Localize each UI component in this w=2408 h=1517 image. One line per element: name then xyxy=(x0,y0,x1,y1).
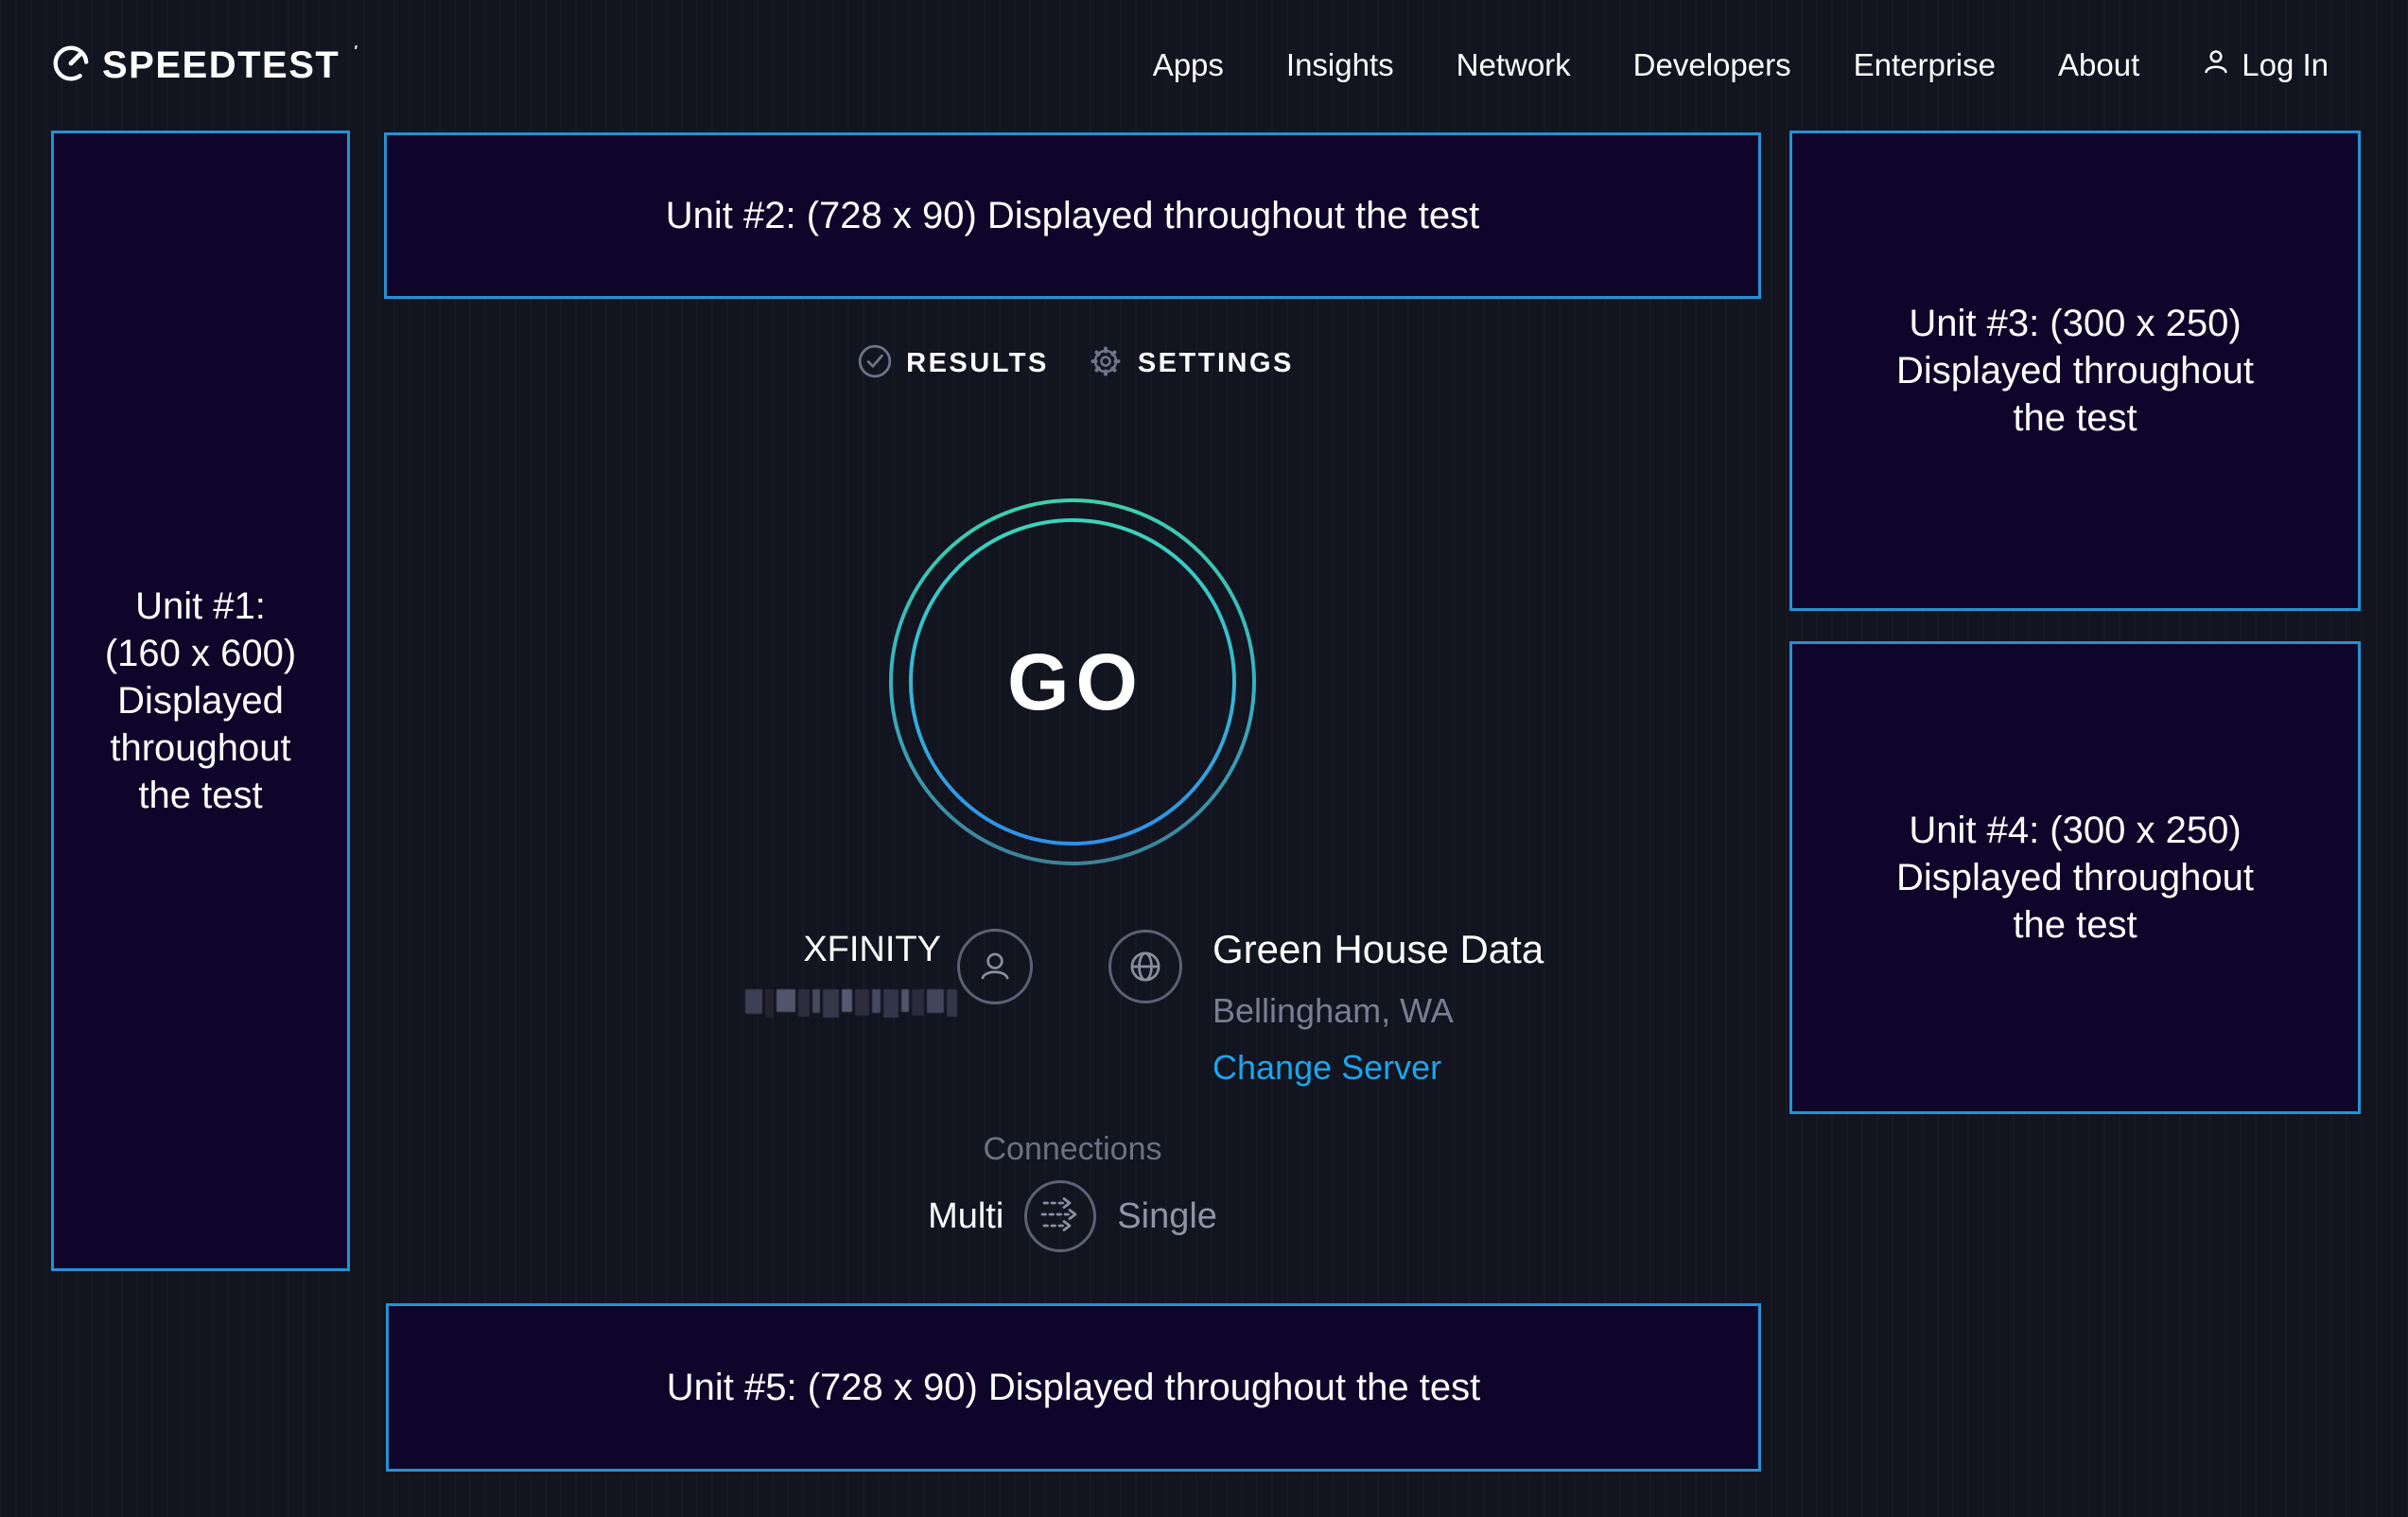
top-nav: SPEEDTEST ′ Apps Insights Network Develo… xyxy=(0,0,2408,131)
dashed-arrows-icon xyxy=(1038,1192,1083,1242)
login-button[interactable]: Log In xyxy=(2202,47,2329,83)
connections-multi-option[interactable]: Multi xyxy=(928,1196,1003,1237)
ad-unit-4[interactable]: Unit #4: (300 x 250) Displayed throughou… xyxy=(1789,641,2361,1114)
connections-toggle[interactable] xyxy=(1024,1180,1096,1252)
ad-unit-4-text: Unit #4: (300 x 250) Displayed throughou… xyxy=(1896,807,2254,949)
brand-trademark: ′ xyxy=(354,44,358,61)
nav-links: Apps Insights Network Developers Enterpr… xyxy=(1153,47,2329,83)
connections-label: Connections xyxy=(888,1131,1257,1168)
tabs-bar: RESULTS xyxy=(896,337,1255,390)
speedtest-page: SPEEDTEST ′ Apps Insights Network Develo… xyxy=(0,0,2408,1517)
ad-unit-2-text: Unit #2: (728 x 90) Displayed throughout… xyxy=(666,192,1480,239)
tab-settings-label: SETTINGS xyxy=(1138,348,1294,379)
ad-unit-5-text: Unit #5: (728 x 90) Displayed throughout… xyxy=(667,1364,1481,1411)
isp-user-icon xyxy=(957,929,1033,1004)
nav-link-about[interactable]: About xyxy=(2058,47,2139,83)
speedtest-logo[interactable]: SPEEDTEST ′ xyxy=(51,44,355,88)
nav-link-apps[interactable]: Apps xyxy=(1153,47,1224,83)
ad-unit-5[interactable]: Unit #5: (728 x 90) Displayed throughout… xyxy=(386,1303,1761,1472)
connections-single-option[interactable]: Single xyxy=(1117,1196,1217,1237)
ad-unit-3-text: Unit #3: (300 x 250) Displayed throughou… xyxy=(1896,300,2254,442)
tab-results[interactable]: RESULTS xyxy=(857,343,1049,384)
gauge-icon xyxy=(51,44,91,88)
user-icon xyxy=(2202,47,2230,83)
tab-results-label: RESULTS xyxy=(906,348,1049,379)
ad-unit-2[interactable]: Unit #2: (728 x 90) Displayed throughout… xyxy=(384,132,1761,299)
redacted-ip xyxy=(745,989,957,1020)
server-globe-icon xyxy=(1108,930,1182,1003)
check-circle-icon xyxy=(857,343,893,384)
gear-icon xyxy=(1087,342,1125,385)
isp-name: XFINITY xyxy=(657,931,941,968)
go-button[interactable]: GO xyxy=(888,497,1257,866)
go-label: GO xyxy=(888,497,1257,866)
tab-settings[interactable]: SETTINGS xyxy=(1087,342,1294,385)
server-name: Green House Data xyxy=(1213,929,1544,970)
ad-unit-1[interactable]: Unit #1: (160 x 600) Displayed throughou… xyxy=(51,131,350,1271)
login-label: Log In xyxy=(2242,47,2329,83)
server-info: Green House Data Bellingham, WA Change S… xyxy=(1213,929,1544,1086)
nav-link-insights[interactable]: Insights xyxy=(1286,47,1394,83)
server-location: Bellingham, WA xyxy=(1213,993,1544,1029)
nav-link-developers[interactable]: Developers xyxy=(1633,47,1791,83)
connections-row: Multi Single xyxy=(888,1179,1257,1253)
ad-unit-3[interactable]: Unit #3: (300 x 250) Displayed throughou… xyxy=(1789,131,2361,611)
nav-link-network[interactable]: Network xyxy=(1457,47,1571,83)
brand-name: SPEEDTEST xyxy=(102,44,340,87)
change-server-link[interactable]: Change Server xyxy=(1213,1050,1441,1086)
ad-unit-1-text: Unit #1: (160 x 600) Displayed throughou… xyxy=(105,583,296,819)
nav-link-enterprise[interactable]: Enterprise xyxy=(1854,47,1996,83)
